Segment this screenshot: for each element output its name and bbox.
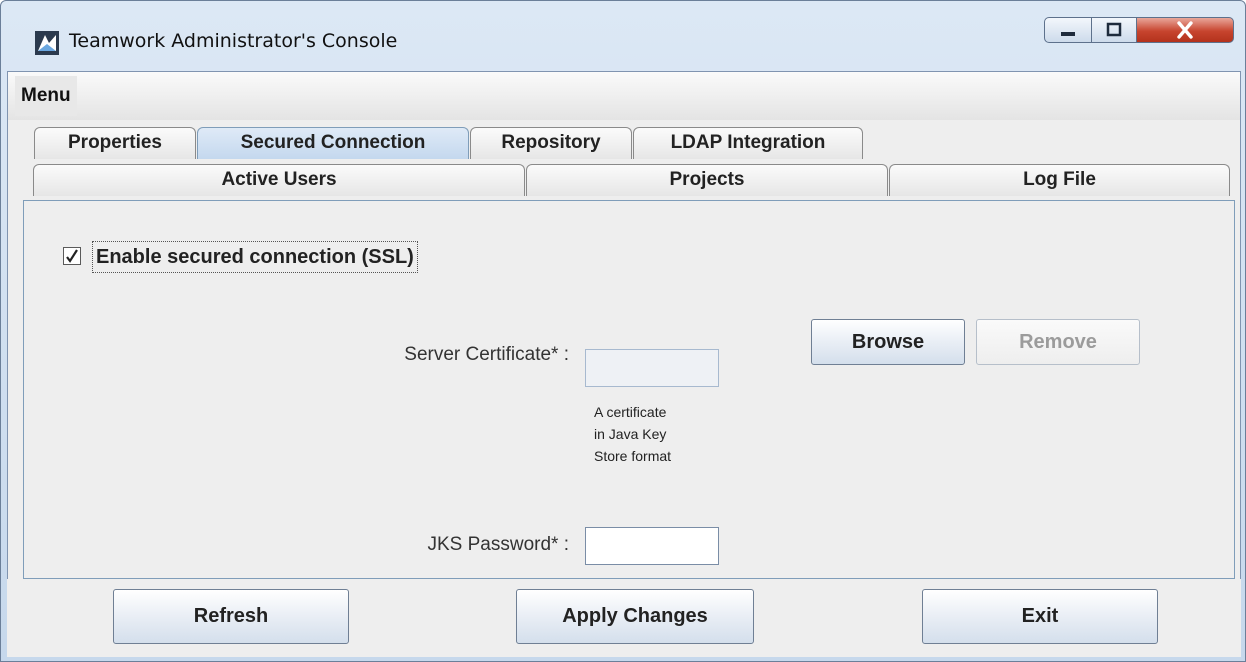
- tab-ldap-integration[interactable]: LDAP Integration: [633, 127, 863, 159]
- refresh-button[interactable]: Refresh: [113, 589, 349, 644]
- browse-button[interactable]: Browse: [811, 319, 965, 365]
- maximize-button[interactable]: [1091, 17, 1137, 43]
- tab-secured-connection[interactable]: Secured Connection: [197, 127, 469, 159]
- close-icon: [1177, 21, 1193, 39]
- minimize-button[interactable]: [1044, 17, 1092, 43]
- title-bar[interactable]: Teamwork Administrator's Console: [1, 1, 1245, 71]
- app-icon: [35, 31, 59, 55]
- server-certificate-field[interactable]: [585, 349, 719, 387]
- certificate-hint: A certificate in Java Key Store format: [594, 401, 671, 467]
- exit-button[interactable]: Exit: [922, 589, 1158, 644]
- jks-password-label: JKS Password* :: [427, 534, 570, 555]
- certificate-hint-line: A certificate: [594, 404, 667, 420]
- close-button[interactable]: [1136, 17, 1234, 43]
- server-certificate-label: Server Certificate* :: [404, 344, 569, 365]
- tab-log-file[interactable]: Log File: [889, 164, 1230, 196]
- menu-item-menu[interactable]: Menu: [15, 76, 77, 116]
- ssl-checkbox-label[interactable]: Enable secured connection (SSL): [92, 241, 418, 273]
- tab-active-users[interactable]: Active Users: [33, 164, 525, 196]
- app-window: Teamwork Administrator's Console Menu Pr…: [0, 0, 1246, 662]
- jks-password-field[interactable]: [585, 527, 719, 565]
- tab-properties[interactable]: Properties: [34, 127, 196, 159]
- maximize-icon: [1106, 22, 1122, 37]
- minimize-icon: [1061, 32, 1075, 36]
- window-title: Teamwork Administrator's Console: [69, 30, 398, 52]
- tab-projects[interactable]: Projects: [526, 164, 888, 196]
- checkmark-icon: [66, 249, 78, 263]
- certificate-hint-line: Store format: [594, 448, 672, 464]
- remove-button[interactable]: Remove: [976, 319, 1140, 365]
- menu-bar: Menu: [8, 72, 1240, 120]
- apply-changes-button[interactable]: Apply Changes: [516, 589, 754, 644]
- tab-repository[interactable]: Repository: [470, 127, 632, 159]
- certificate-hint-line: in Java Key: [594, 426, 667, 442]
- ssl-checkbox[interactable]: [63, 247, 81, 265]
